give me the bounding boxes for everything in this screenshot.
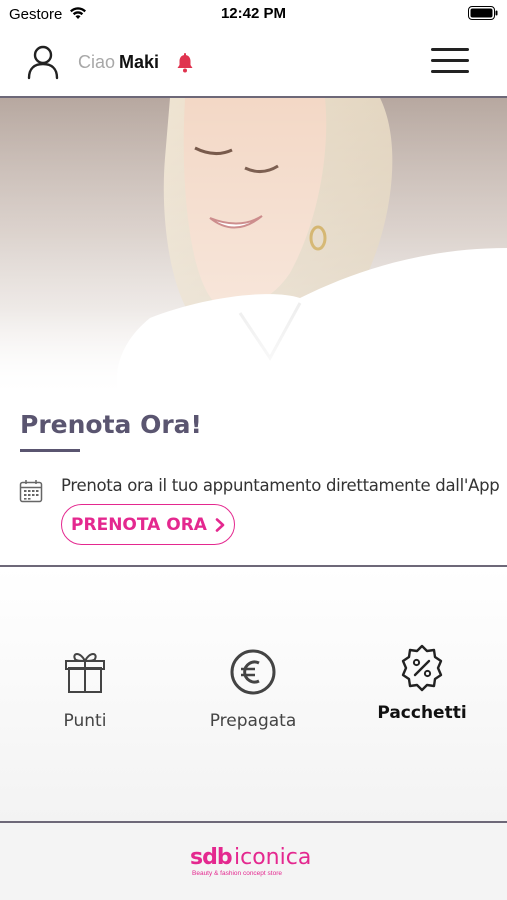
hamburger-menu-icon[interactable]	[431, 48, 471, 76]
footer: sdb iconica Beauty & fashion concept sto…	[0, 823, 507, 900]
brand-logo: sdb iconica Beauty & fashion concept sto…	[190, 845, 320, 879]
feature-prepagata[interactable]: Prepagata	[178, 647, 328, 731]
bell-icon[interactable]	[174, 52, 196, 74]
title-underline	[20, 449, 80, 452]
euro-icon	[230, 649, 276, 695]
app-header: Ciao Maki	[0, 30, 507, 96]
discount-badge-icon	[401, 644, 443, 692]
book-now-label: PRENOTA ORA	[71, 514, 207, 535]
logo-name: iconica	[234, 845, 312, 870]
status-bar: Gestore 12:42 PM	[0, 0, 507, 30]
user-profile-icon[interactable]	[25, 44, 61, 80]
booking-description: Prenota ora il tuo appuntamento direttam…	[61, 476, 500, 495]
calendar-icon	[19, 480, 43, 503]
chevron-right-icon	[215, 517, 225, 532]
feature-punti[interactable]: Punti	[10, 647, 160, 731]
feature-label: Pacchetti	[377, 703, 467, 723]
features-panel: Punti Prepagata Pacchetti	[0, 567, 507, 821]
gift-icon	[65, 653, 105, 693]
feature-pacchetti[interactable]: Pacchetti	[347, 643, 497, 723]
book-now-button[interactable]: PRENOTA ORA	[61, 504, 235, 545]
logo-mark: sdb	[190, 845, 233, 870]
greeting-word: Ciao	[78, 52, 116, 72]
feature-label: Prepagata	[209, 711, 297, 731]
user-name: Maki	[119, 52, 160, 72]
hero-photo	[0, 98, 507, 398]
clock: 12:42 PM	[220, 5, 287, 22]
battery-icon	[468, 6, 498, 20]
greeting: Ciao Maki	[78, 52, 159, 73]
booking-title: Prenota Ora!	[20, 410, 202, 439]
feature-label: Punti	[63, 711, 107, 731]
hero-image	[0, 98, 507, 398]
logo-tagline: Beauty & fashion concept store	[192, 870, 282, 877]
